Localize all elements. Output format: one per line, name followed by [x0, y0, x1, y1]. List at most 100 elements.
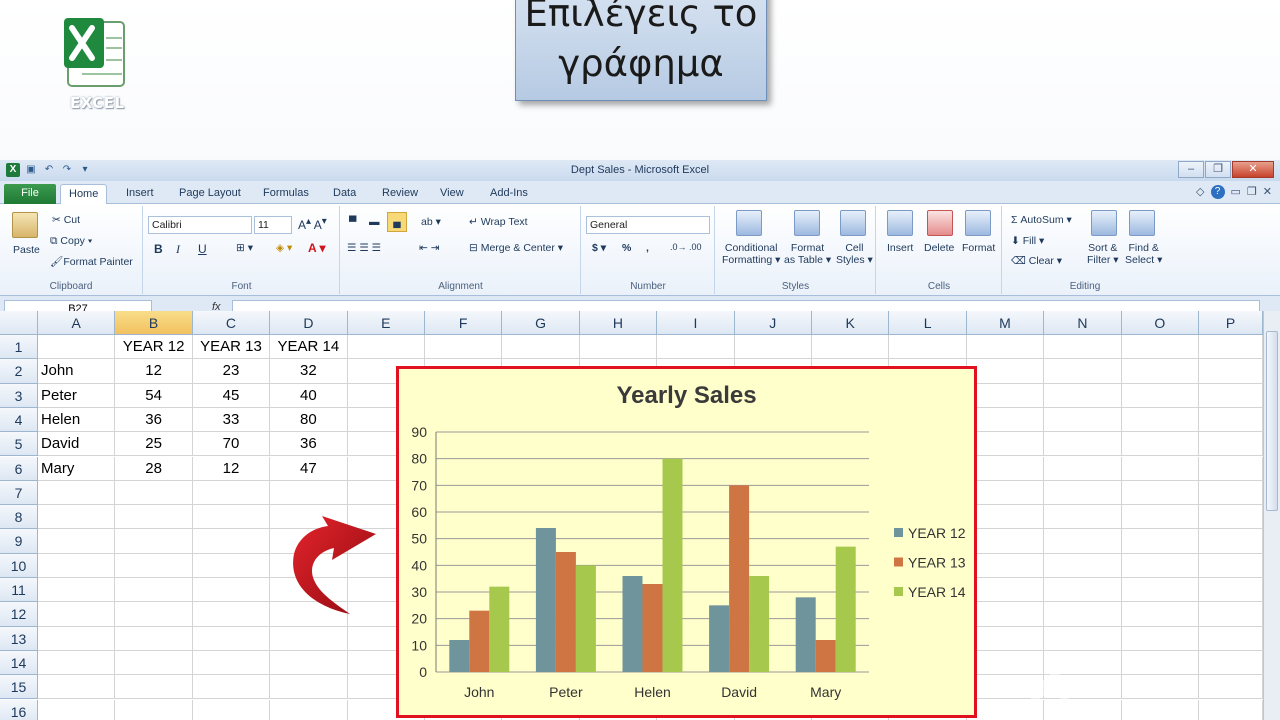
- cell-l1[interactable]: [889, 335, 967, 360]
- cell-n8[interactable]: [1044, 505, 1122, 530]
- insert-cells-button[interactable]: Insert: [887, 242, 913, 254]
- cell-b5[interactable]: 25: [115, 432, 193, 457]
- row-header-5[interactable]: 5: [0, 432, 38, 457]
- chart-plot[interactable]: 0 10 20 30 40 50 60 70 80 90 John Peter Helen David Ma…: [399, 369, 974, 715]
- cell-m11[interactable]: [966, 578, 1045, 603]
- cell-b10[interactable]: [115, 553, 193, 578]
- indent-icons[interactable]: ⇤ ⇥: [419, 242, 440, 254]
- bar-helen-year-12[interactable]: [622, 576, 643, 672]
- cell-o10[interactable]: [1121, 553, 1199, 578]
- row-header-11[interactable]: 11: [0, 578, 38, 603]
- column-header-d[interactable]: D: [270, 311, 348, 335]
- bar-john-year-14[interactable]: [489, 586, 510, 672]
- tab-home[interactable]: Home: [60, 184, 108, 205]
- row-header-15[interactable]: 15: [0, 675, 38, 700]
- cell-a9[interactable]: [38, 529, 116, 554]
- fill-color-icon[interactable]: ◈ ▾: [276, 242, 292, 254]
- cell-o5[interactable]: [1121, 432, 1199, 457]
- tab-review[interactable]: Review: [374, 184, 426, 204]
- cell-o6[interactable]: [1121, 456, 1199, 481]
- cell-d14[interactable]: [270, 650, 348, 676]
- cell-m8[interactable]: [966, 505, 1045, 530]
- cell-m13[interactable]: [966, 626, 1045, 651]
- cell-b15[interactable]: [115, 675, 193, 700]
- close-button[interactable]: ✕: [1232, 161, 1274, 178]
- cell-p1[interactable]: [1199, 335, 1263, 360]
- cell-m10[interactable]: [966, 553, 1045, 578]
- paste-button[interactable]: Paste: [13, 244, 40, 256]
- cell-n5[interactable]: [1044, 432, 1122, 457]
- cell-b14[interactable]: [115, 650, 193, 676]
- cell-n10[interactable]: [1044, 553, 1122, 578]
- cell-p12[interactable]: [1199, 602, 1263, 627]
- cell-o11[interactable]: [1121, 578, 1199, 603]
- cell-c7[interactable]: [192, 480, 271, 506]
- align-middle-icon[interactable]: ▬: [369, 216, 380, 228]
- row-header-4[interactable]: 4: [0, 407, 38, 433]
- cell-a15[interactable]: [38, 675, 116, 700]
- column-header-i[interactable]: I: [657, 311, 735, 335]
- row-header-16[interactable]: 16: [0, 699, 38, 720]
- bar-peter-year-12[interactable]: [535, 528, 556, 672]
- delete-cells-button[interactable]: Delete: [924, 242, 954, 254]
- bar-mary-year-13[interactable]: [815, 640, 836, 672]
- cell-c10[interactable]: [192, 553, 271, 578]
- cell-c16[interactable]: [193, 699, 271, 720]
- column-header-n[interactable]: N: [1044, 311, 1122, 335]
- cell-c5[interactable]: 70: [192, 432, 271, 457]
- currency-button[interactable]: $ ▾: [592, 242, 606, 254]
- cell-n1[interactable]: [1044, 335, 1122, 360]
- cell-o4[interactable]: [1121, 407, 1199, 433]
- paste-icon[interactable]: [12, 212, 38, 238]
- bar-peter-year-14[interactable]: [575, 565, 596, 672]
- decimal-icons[interactable]: .0→ .00: [670, 242, 702, 252]
- autosum-button[interactable]: Σ AutoSum ▾: [1011, 214, 1072, 226]
- cell-c15[interactable]: [192, 675, 271, 700]
- sort-filter-button[interactable]: Sort & Filter ▾: [1087, 242, 1119, 266]
- cell-a5[interactable]: David: [38, 432, 116, 457]
- cell-b8[interactable]: [115, 505, 193, 530]
- row-header-12[interactable]: 12: [0, 602, 38, 627]
- column-header-m[interactable]: M: [966, 311, 1045, 335]
- cell-b11[interactable]: [115, 578, 193, 603]
- bar-mary-year-14[interactable]: [835, 546, 856, 672]
- restore-button[interactable]: ❐: [1205, 161, 1231, 178]
- workbook-close-icon[interactable]: ✕: [1263, 185, 1272, 199]
- vertical-scrollbar[interactable]: [1263, 311, 1280, 720]
- cell-a7[interactable]: [38, 480, 116, 506]
- format-painter-button[interactable]: 🖌Format Painter: [50, 255, 133, 268]
- cell-o2[interactable]: [1121, 359, 1199, 384]
- cell-a12[interactable]: [38, 602, 116, 627]
- cell-n9[interactable]: [1044, 529, 1122, 554]
- cell-n3[interactable]: [1044, 383, 1122, 408]
- column-header-o[interactable]: O: [1121, 311, 1199, 335]
- cell-a4[interactable]: Helen: [38, 407, 116, 433]
- cell-styles-button[interactable]: Cell Styles ▾: [836, 242, 873, 266]
- tab-file[interactable]: File: [4, 184, 56, 204]
- orientation-icon[interactable]: ab ▾: [421, 216, 441, 228]
- cell-p9[interactable]: [1199, 529, 1263, 554]
- cell-c3[interactable]: 45: [192, 383, 271, 408]
- cell-b3[interactable]: 54: [115, 383, 193, 408]
- cell-b16[interactable]: [115, 699, 193, 720]
- cell-a10[interactable]: [38, 553, 116, 578]
- cell-n2[interactable]: [1044, 359, 1122, 384]
- cell-c1[interactable]: YEAR 13: [192, 335, 271, 360]
- cell-c4[interactable]: 33: [192, 407, 271, 433]
- cut-button[interactable]: ✂ Cut: [52, 214, 80, 226]
- cell-b6[interactable]: 28: [115, 456, 193, 481]
- fill-button[interactable]: ⬇ Fill ▾: [1011, 235, 1044, 247]
- cell-d16[interactable]: [270, 699, 348, 720]
- cell-a3[interactable]: Peter: [38, 383, 116, 408]
- cell-o8[interactable]: [1121, 505, 1199, 530]
- cell-p6[interactable]: [1199, 456, 1263, 481]
- cell-p11[interactable]: [1199, 578, 1263, 603]
- cell-o3[interactable]: [1121, 383, 1199, 408]
- cell-d4[interactable]: 80: [270, 407, 348, 433]
- column-header-e[interactable]: E: [347, 311, 425, 335]
- align-text-icons[interactable]: ☰ ☰ ☰: [347, 242, 381, 254]
- copy-button[interactable]: ⧉ Copy ▾: [50, 235, 92, 248]
- find-select-button[interactable]: Find & Select ▾: [1125, 242, 1162, 266]
- cell-c9[interactable]: [192, 529, 271, 554]
- cell-c6[interactable]: 12: [192, 456, 271, 481]
